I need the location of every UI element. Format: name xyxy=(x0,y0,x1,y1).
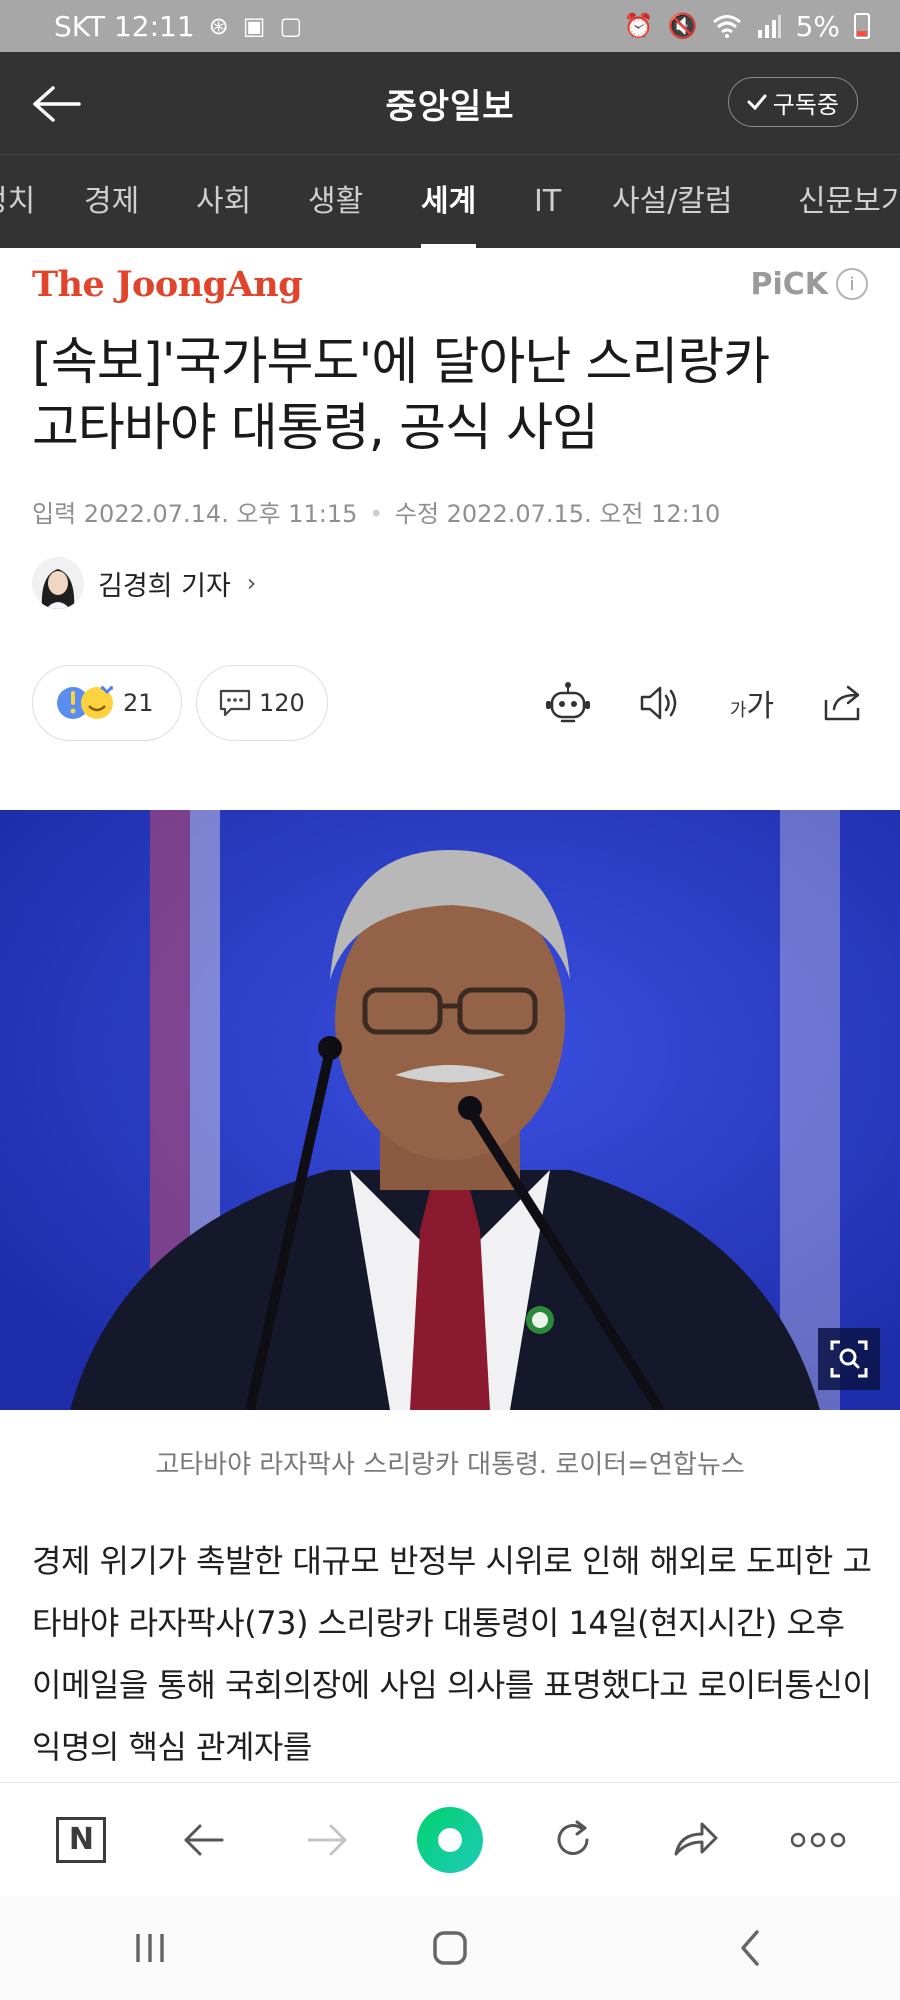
action-row: 21 120 가가 xyxy=(32,665,868,741)
recent-apps-button[interactable] xyxy=(105,1913,195,1983)
back-button[interactable] xyxy=(30,78,82,130)
tab-it[interactable]: IT xyxy=(534,155,561,248)
green-dot-icon xyxy=(416,1806,483,1873)
band-app-icon: ▣ xyxy=(242,12,266,40)
more-button[interactable] xyxy=(783,1805,853,1875)
arrow-left-icon xyxy=(184,1824,224,1855)
photo-illustration xyxy=(0,810,900,1410)
browser-toolbar: N xyxy=(0,1782,900,1896)
robot-icon xyxy=(546,682,590,723)
comment-button[interactable]: 120 xyxy=(196,665,328,741)
system-nav-bar xyxy=(0,1896,900,2000)
browser-forward-button[interactable] xyxy=(292,1805,362,1875)
gallery-notification-icon: ▢ xyxy=(279,12,303,40)
refresh-button[interactable] xyxy=(538,1805,608,1875)
home-icon xyxy=(433,1931,467,1965)
edit-date: 수정 2022.07.15. 오전 12:10 xyxy=(394,500,721,528)
reporter-link[interactable]: 김경희 기자 › xyxy=(32,557,256,609)
sync-icon: ⊛ xyxy=(208,12,229,40)
pick-label: PiCK xyxy=(750,266,828,302)
page-title: 중앙일보 xyxy=(385,86,515,127)
zoom-search-icon xyxy=(830,1340,868,1378)
pick-badge[interactable]: PiCK i xyxy=(750,267,868,302)
browser-back-button[interactable] xyxy=(169,1805,239,1875)
listen-button[interactable] xyxy=(636,679,684,727)
more-dots-icon xyxy=(791,1832,846,1847)
image-zoom-button[interactable] xyxy=(818,1328,880,1390)
reporter-avatar xyxy=(32,557,84,609)
naver-home-button[interactable]: N xyxy=(46,1805,116,1875)
headline-line-2: 고타바야 대통령, 공식 사임 xyxy=(32,399,599,458)
font-size-icon: 가가 xyxy=(729,689,775,724)
share-button[interactable] xyxy=(820,679,868,727)
article-dates: 입력 2022.07.14. 오후 11:15 • 수정 2022.07.15.… xyxy=(32,494,720,529)
comment-count: 120 xyxy=(259,689,305,717)
reaction-button[interactable]: 21 xyxy=(32,665,182,741)
share-icon xyxy=(824,685,860,721)
publisher-row: The JoongAng PiCK i xyxy=(32,262,868,306)
tab-world[interactable]: 세계 xyxy=(421,155,477,248)
status-left: SKT 12:11 ⊛ ▣ ▢ xyxy=(54,10,302,43)
font-size-button[interactable]: 가가 xyxy=(728,679,776,727)
wifi-icon xyxy=(712,15,741,38)
arrow-right-icon xyxy=(307,1824,347,1855)
mute-icon: 🔇 xyxy=(667,12,698,40)
signal-icon xyxy=(757,15,781,38)
check-icon xyxy=(747,94,767,111)
home-button[interactable] xyxy=(405,1913,495,1983)
category-tabs: 정치 경제 사회 생활 세계 IT 사설/칼럼 신문보기 xyxy=(0,154,900,248)
app-header: 중앙일보 구독중 xyxy=(0,52,900,154)
share-arrow-icon xyxy=(674,1822,718,1855)
article-photo[interactable] xyxy=(0,810,900,1410)
tab-economy[interactable]: 경제 xyxy=(84,155,139,248)
alarm-icon: ⏰ xyxy=(623,12,654,40)
publisher-logo[interactable]: The JoongAng xyxy=(32,264,303,305)
tab-editorial[interactable]: 사설/칼럼 xyxy=(612,155,733,248)
battery-icon xyxy=(854,13,870,39)
headline-line-1: [속보]'국가부도'에 달아난 스리랑카 xyxy=(32,333,770,392)
carrier-time: SKT 12:11 xyxy=(54,9,195,43)
tab-politics[interactable]: 정치 xyxy=(0,155,35,248)
tab-society[interactable]: 사회 xyxy=(196,155,251,248)
system-back-button[interactable] xyxy=(705,1913,795,1983)
status-right: ⏰ 🔇 5% xyxy=(624,10,870,43)
naver-n-icon: N xyxy=(56,1816,107,1863)
arrow-left-icon xyxy=(33,86,81,122)
subscribe-label: 구독중 xyxy=(772,90,839,119)
tab-life[interactable]: 생활 xyxy=(308,155,363,248)
status-bar: SKT 12:11 ⊛ ▣ ▢ ⏰ 🔇 5% xyxy=(0,0,900,52)
browser-share-button[interactable] xyxy=(661,1805,731,1875)
info-icon: i xyxy=(836,268,868,300)
reporter-name: 김경희 기자 xyxy=(98,570,231,602)
battery-level: 5% xyxy=(795,9,840,43)
green-dot-button[interactable] xyxy=(415,1805,485,1875)
photo-caption: 고타바야 라자팍사 스리랑카 대통령. 로이터=연합뉴스 xyxy=(155,1450,745,1480)
chevron-left-icon xyxy=(741,1930,759,1966)
recent-apps-icon xyxy=(136,1934,164,1962)
article-tools: 가가 xyxy=(544,665,868,741)
comment-icon xyxy=(219,689,251,717)
input-date: 입력 2022.07.14. 오후 11:15 xyxy=(32,500,358,528)
summary-bot-button[interactable] xyxy=(544,679,592,727)
tab-newspaper[interactable]: 신문보기 xyxy=(798,155,900,248)
reaction-emoji-icon xyxy=(57,686,113,719)
speaker-icon xyxy=(640,686,677,720)
chevron-right-icon: › xyxy=(246,569,257,597)
article-headline: [속보]'국가부도'에 달아난 스리랑카 고타바야 대통령, 공식 사임 xyxy=(32,330,872,462)
article-body: 경제 위기가 촉발한 대규모 반정부 시위로 인해 해외로 도피한 고타바야 라… xyxy=(32,1542,872,1766)
reaction-count: 21 xyxy=(123,689,154,717)
date-separator: • xyxy=(369,500,384,528)
refresh-icon xyxy=(557,1820,589,1855)
subscribe-button[interactable]: 구독중 xyxy=(727,77,858,127)
